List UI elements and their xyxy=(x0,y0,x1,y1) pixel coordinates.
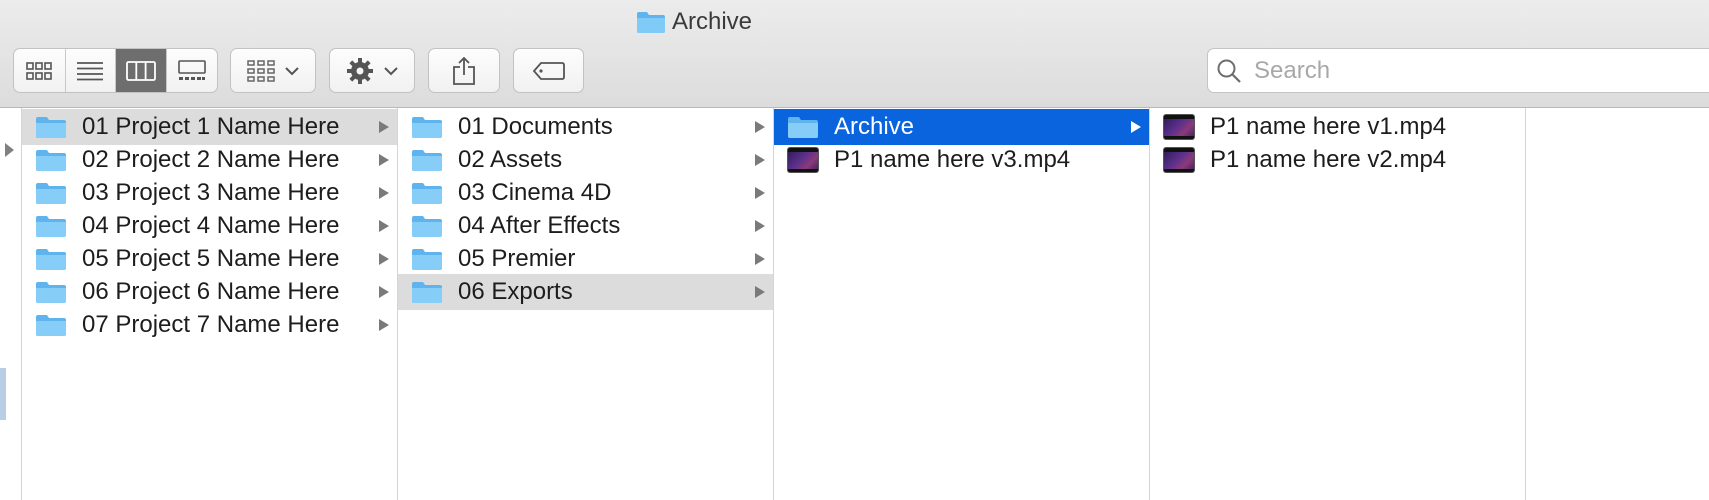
chevron-right-icon xyxy=(755,220,765,232)
chevron-right-icon xyxy=(755,187,765,199)
chevron-right-icon xyxy=(755,253,765,265)
finder-toolbar: Archive Search xyxy=(0,0,1709,108)
gallery-icon xyxy=(177,59,206,80)
folder-item[interactable]: 01 Project 1 Name Here xyxy=(22,109,397,145)
item-label: 04 Project 4 Name Here xyxy=(82,212,340,239)
view-mode-control xyxy=(13,48,218,93)
grid-icon xyxy=(26,61,53,80)
window-title-text: Archive xyxy=(672,8,753,35)
video-thumbnail-icon xyxy=(1162,114,1196,140)
item-label: 06 Project 6 Name Here xyxy=(82,278,340,305)
group-by-button[interactable] xyxy=(230,48,316,93)
search-placeholder: Search xyxy=(1254,56,1331,84)
folder-item[interactable]: 04 After Effects xyxy=(398,208,773,244)
scroll-accent xyxy=(0,368,6,420)
file-item[interactable]: P1 name here v3.mp4 xyxy=(774,142,1149,178)
folder-icon xyxy=(410,147,444,173)
chevron-right-icon xyxy=(379,253,389,265)
item-label: P1 name here v1.mp4 xyxy=(1210,113,1447,140)
chevron-right-icon xyxy=(379,319,389,331)
columns-icon xyxy=(125,60,156,81)
item-label: Archive xyxy=(834,113,915,140)
sidebar-edge xyxy=(0,108,22,500)
browser-column-2: 01 Documents 02 Assets 03 Cinema 4D 04 Afte… xyxy=(398,108,774,500)
folder-item[interactable]: 05 Project 5 Name Here xyxy=(22,241,397,277)
chevron-right-icon xyxy=(379,121,389,133)
chevron-right-icon xyxy=(379,154,389,166)
folder-icon xyxy=(410,279,444,305)
chevron-right-icon xyxy=(755,154,765,166)
disclosure-triangle-icon xyxy=(5,143,14,157)
tag-icon xyxy=(532,61,565,80)
chevron-right-icon xyxy=(379,286,389,298)
chevron-down-icon xyxy=(285,66,299,75)
item-label: 03 Project 3 Name Here xyxy=(82,179,340,206)
share-icon xyxy=(453,56,475,85)
browser-column-4: P1 name here v1.mp4 P1 name here v2.mp4 xyxy=(1150,108,1526,500)
item-label: 05 Project 5 Name Here xyxy=(82,245,340,272)
group-icon xyxy=(247,59,275,82)
list-view-button[interactable] xyxy=(66,49,116,92)
browser-column-3: Archive P1 name here v3.mp4 xyxy=(774,108,1150,500)
chevron-right-icon xyxy=(755,121,765,133)
browser-column-1: 01 Project 1 Name Here 02 Project 2 Name … xyxy=(22,108,398,500)
folder-icon xyxy=(34,147,68,173)
folder-icon xyxy=(410,246,444,272)
folder-icon xyxy=(34,279,68,305)
item-label: 07 Project 7 Name Here xyxy=(82,311,340,338)
folder-item[interactable]: 03 Project 3 Name Here xyxy=(22,175,397,211)
chevron-down-icon xyxy=(384,66,398,75)
list-icon xyxy=(77,61,104,80)
folder-item[interactable]: 02 Assets xyxy=(398,142,773,178)
chevron-right-icon xyxy=(1131,121,1141,133)
chevron-right-icon xyxy=(379,187,389,199)
folder-item[interactable]: Archive xyxy=(774,109,1149,145)
search-icon xyxy=(1217,59,1241,83)
file-item[interactable]: P1 name here v1.mp4 xyxy=(1150,109,1525,145)
video-thumbnail-icon xyxy=(1162,147,1196,173)
folder-icon xyxy=(34,246,68,272)
folder-item[interactable]: 06 Project 6 Name Here xyxy=(22,274,397,310)
item-label: 06 Exports xyxy=(458,278,573,305)
item-label: 01 Project 1 Name Here xyxy=(82,113,340,140)
icon-view-button[interactable] xyxy=(14,49,66,92)
tags-button[interactable] xyxy=(513,48,584,93)
item-label: 02 Assets xyxy=(458,146,563,173)
chevron-right-icon xyxy=(379,220,389,232)
share-button[interactable] xyxy=(428,48,500,93)
file-item[interactable]: P1 name here v2.mp4 xyxy=(1150,142,1525,178)
video-thumbnail-icon xyxy=(786,147,820,173)
window-title: Archive xyxy=(636,5,752,39)
folder-icon xyxy=(637,12,665,33)
folder-item[interactable]: 06 Exports xyxy=(398,274,773,310)
folder-item[interactable]: 07 Project 7 Name Here xyxy=(22,307,397,343)
folder-item[interactable]: 05 Premier xyxy=(398,241,773,277)
folder-icon xyxy=(34,180,68,206)
search-field[interactable]: Search xyxy=(1207,48,1709,93)
item-label: 02 Project 2 Name Here xyxy=(82,146,340,173)
gallery-view-button[interactable] xyxy=(167,49,218,92)
item-label: 03 Cinema 4D xyxy=(458,179,612,206)
folder-icon xyxy=(34,213,68,239)
folder-item[interactable]: 04 Project 4 Name Here xyxy=(22,208,397,244)
folder-icon xyxy=(410,213,444,239)
folder-icon xyxy=(410,114,444,140)
folder-item[interactable]: 03 Cinema 4D xyxy=(398,175,773,211)
column-view-button[interactable] xyxy=(116,49,167,92)
chevron-right-icon xyxy=(755,286,765,298)
folder-icon xyxy=(34,114,68,140)
item-label: P1 name here v2.mp4 xyxy=(1210,146,1447,173)
item-label: 04 After Effects xyxy=(458,212,621,239)
gear-icon xyxy=(347,57,373,84)
item-label: P1 name here v3.mp4 xyxy=(834,146,1071,173)
item-label: 01 Documents xyxy=(458,113,613,140)
folder-icon xyxy=(34,312,68,338)
folder-item[interactable]: 02 Project 2 Name Here xyxy=(22,142,397,178)
folder-item[interactable]: 01 Documents xyxy=(398,109,773,145)
item-label: 05 Premier xyxy=(458,245,576,272)
folder-icon xyxy=(786,114,820,140)
action-menu-button[interactable] xyxy=(329,48,415,93)
folder-icon xyxy=(410,180,444,206)
